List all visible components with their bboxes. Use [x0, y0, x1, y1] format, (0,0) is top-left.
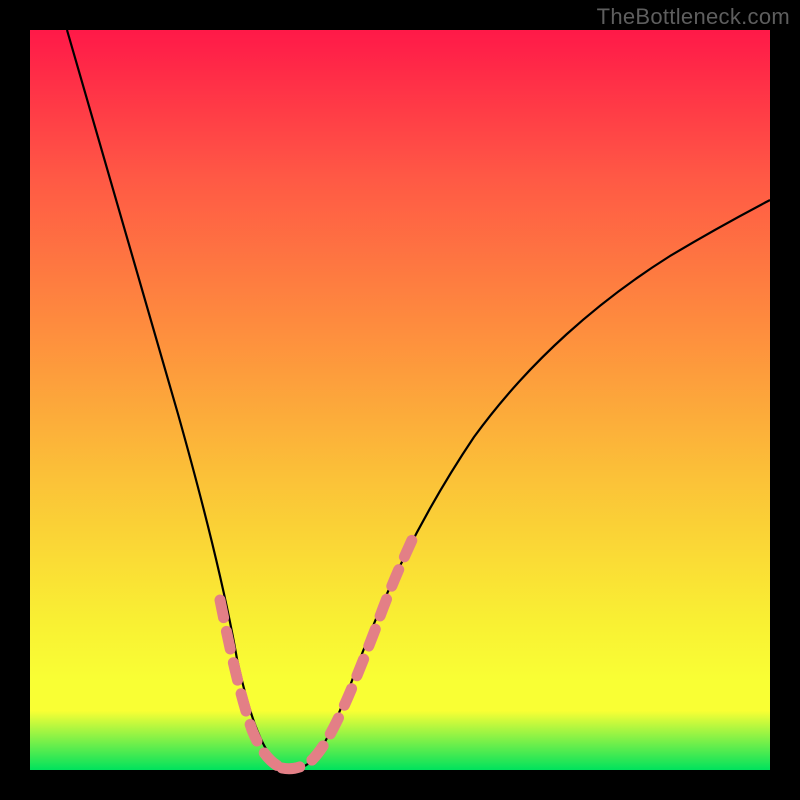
curve-layer: [30, 30, 770, 770]
accent-dots-left: [220, 600, 282, 768]
bottleneck-curve: [67, 30, 770, 769]
chart-frame: TheBottleneck.com: [0, 0, 800, 800]
plot-area: [30, 30, 770, 770]
watermark-text: TheBottleneck.com: [597, 4, 790, 30]
accent-dots-right: [312, 540, 412, 760]
